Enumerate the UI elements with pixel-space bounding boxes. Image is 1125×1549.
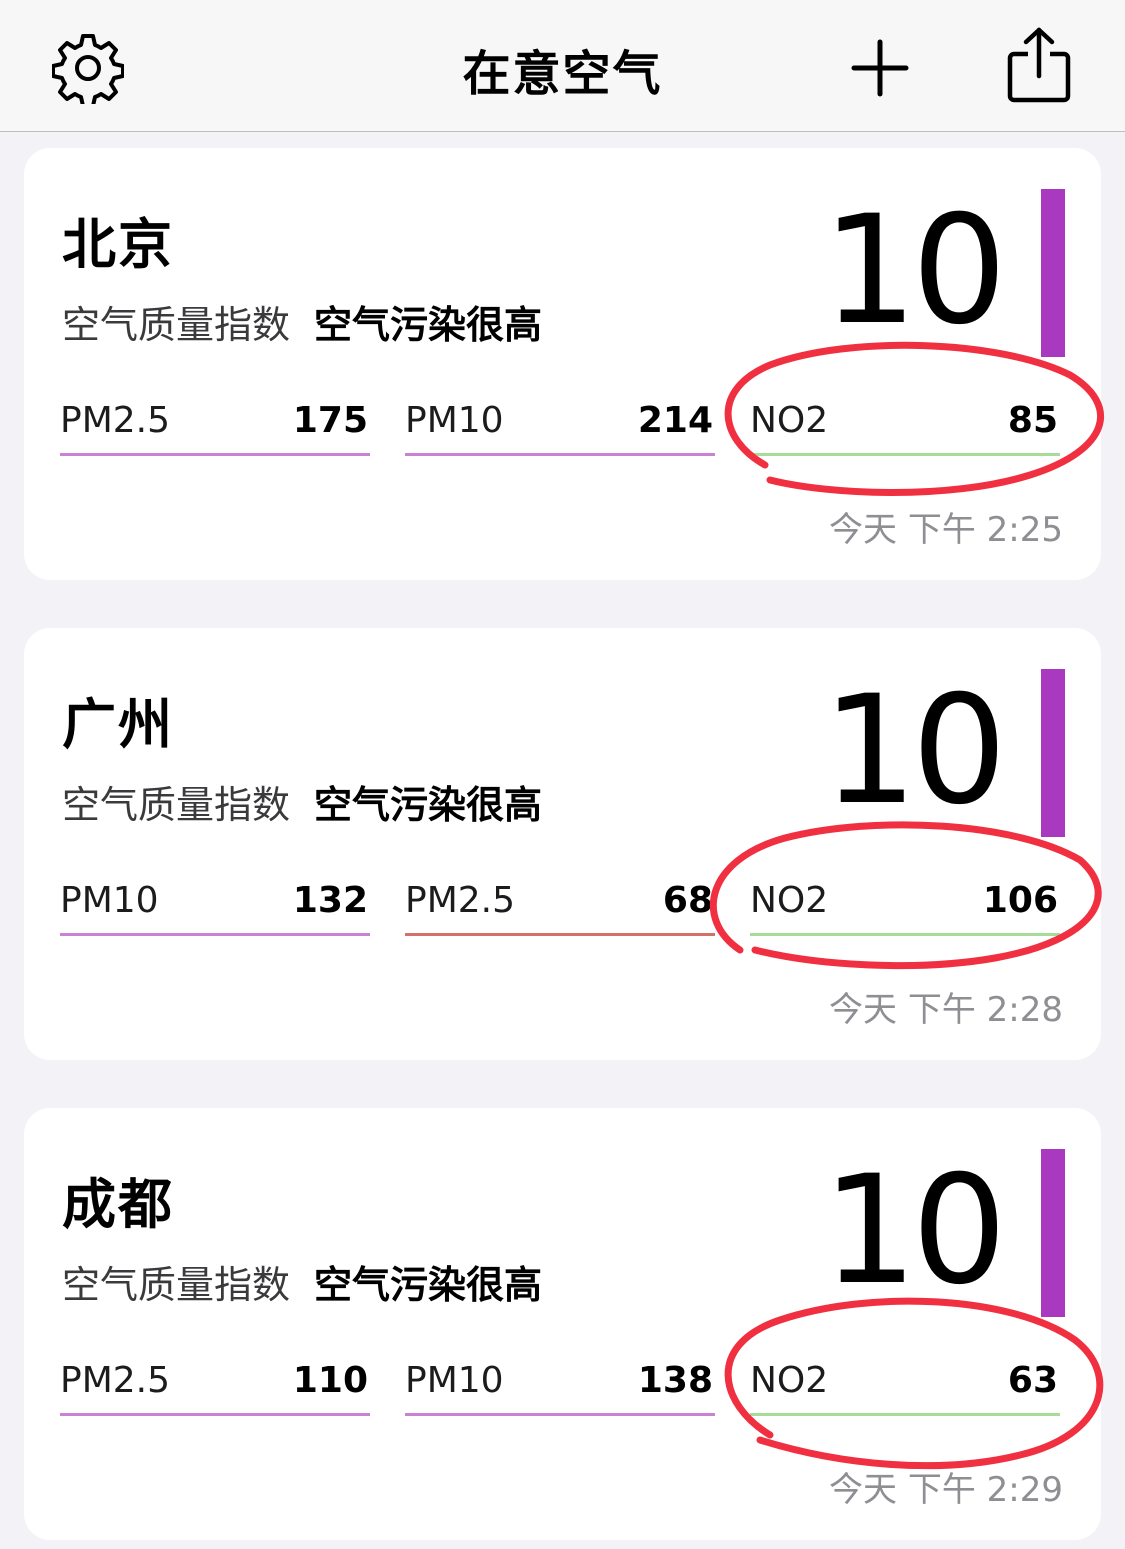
city-card[interactable]: 北京 空气质量指数 空气污染很高 10 PM2.5 175 PM10 214 NO…: [24, 148, 1101, 580]
aqi-label: 空气质量指数: [62, 783, 291, 827]
pollutant-item: PM2.5 175: [60, 392, 370, 456]
pollutant-item: NO2 85: [750, 392, 1060, 456]
city-card[interactable]: 广州 空气质量指数 空气污染很高 10 PM10 132 PM2.5 68 NO2…: [24, 628, 1101, 1060]
aqi-row: 空气质量指数 空气污染很高: [62, 294, 542, 349]
pollutant-underline: [60, 453, 370, 456]
plus-icon[interactable]: [850, 38, 910, 98]
pollutant-name: PM10: [60, 880, 159, 921]
aqi-level-bar: [1041, 189, 1065, 357]
pollutant-underline: [750, 933, 1060, 936]
pollutant-name: NO2: [750, 880, 829, 921]
pollutant-name: PM2.5: [60, 400, 171, 441]
pollutant-value: 85: [1007, 400, 1058, 441]
pollutant-list: PM2.5 175 PM10 214 NO2 85: [60, 392, 1064, 462]
pollutant-value: 110: [292, 1360, 368, 1401]
pollutant-underline: [405, 453, 715, 456]
aqi-label: 空气质量指数: [62, 303, 291, 347]
aqi-value: 10: [822, 184, 1007, 358]
city-name: 北京: [62, 213, 174, 276]
page-title: 在意空气: [462, 46, 663, 102]
city-name: 广州: [62, 693, 174, 756]
aqi-row: 空气质量指数 空气污染很高: [62, 1254, 542, 1309]
pollutant-value: 63: [1007, 1360, 1058, 1401]
pollutant-name: PM10: [405, 400, 504, 441]
pollutant-value: 132: [292, 880, 368, 921]
nav-bar: 在意空气: [0, 0, 1125, 132]
pollutant-name: NO2: [750, 400, 829, 441]
pollutant-item: PM10 214: [405, 392, 715, 456]
aqi-level-bar: [1041, 1149, 1065, 1317]
pollutant-item: PM2.5 110: [60, 1352, 370, 1416]
aqi-status: 空气污染很高: [314, 783, 543, 827]
aqi-label: 空气质量指数: [62, 1263, 291, 1307]
pollutant-value: 214: [637, 400, 713, 441]
aqi-row: 空气质量指数 空气污染很高: [62, 774, 542, 829]
aqi-level-bar: [1041, 669, 1065, 837]
pollutant-name: NO2: [750, 1360, 829, 1401]
pollutant-item: PM10 132: [60, 872, 370, 936]
pollutant-list: PM2.5 110 PM10 138 NO2 63: [60, 1352, 1064, 1422]
pollutant-list: PM10 132 PM2.5 68 NO2 106: [60, 872, 1064, 942]
update-time: 今天 下午 2:25: [829, 510, 1063, 550]
pollutant-value: 68: [662, 880, 713, 921]
aqi-value: 10: [822, 1144, 1007, 1318]
aqi-status: 空气污染很高: [314, 303, 543, 347]
update-time: 今天 下午 2:29: [829, 1470, 1063, 1510]
pollutant-value: 106: [982, 880, 1058, 921]
pollutant-item: PM10 138: [405, 1352, 715, 1416]
pollutant-item: NO2 106: [750, 872, 1060, 936]
aqi-status: 空气污染很高: [314, 1263, 543, 1307]
share-icon[interactable]: [1006, 26, 1072, 104]
pollutant-item: NO2 63: [750, 1352, 1060, 1416]
pollutant-underline: [60, 933, 370, 936]
aqi-value: 10: [822, 664, 1007, 838]
pollutant-value: 138: [637, 1360, 713, 1401]
pollutant-underline: [60, 1413, 370, 1416]
update-time: 今天 下午 2:28: [829, 990, 1063, 1030]
pollutant-value: 175: [292, 400, 368, 441]
pollutant-underline: [750, 1413, 1060, 1416]
pollutant-name: PM10: [405, 1360, 504, 1401]
pollutant-underline: [405, 1413, 715, 1416]
city-card[interactable]: 成都 空气质量指数 空气污染很高 10 PM2.5 110 PM10 138 NO…: [24, 1108, 1101, 1540]
pollutant-underline: [750, 453, 1060, 456]
pollutant-name: PM2.5: [405, 880, 516, 921]
city-name: 成都: [62, 1173, 174, 1236]
pollutant-item: PM2.5 68: [405, 872, 715, 936]
pollutant-underline: [405, 933, 715, 936]
pollutant-name: PM2.5: [60, 1360, 171, 1401]
